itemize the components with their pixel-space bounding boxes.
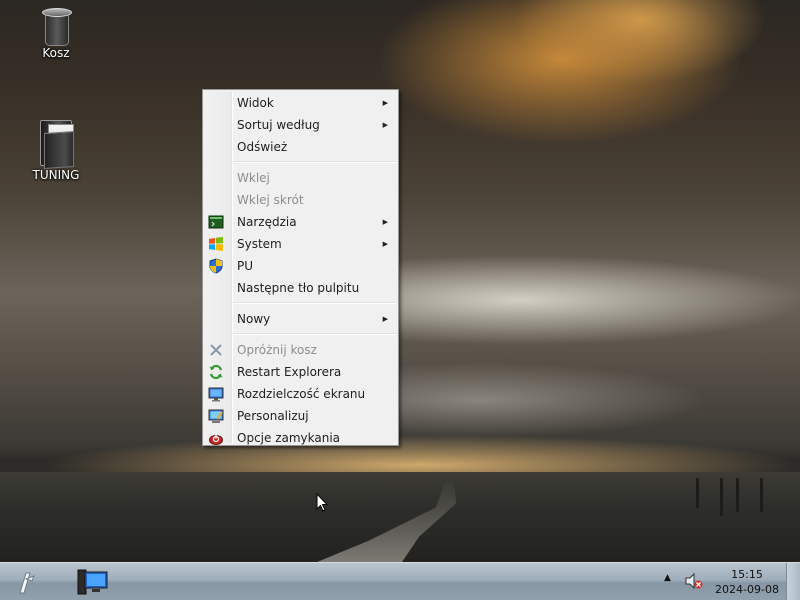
menu-item-label: Rozdzielczość ekranu: [237, 387, 366, 401]
menu-item-label: Narzędzia: [237, 215, 297, 229]
show-hidden-icons-arrow-icon[interactable]: ▲: [664, 573, 671, 583]
menu-item-label: Odśwież: [237, 140, 288, 154]
menu-item-label: PU: [237, 259, 254, 273]
console-icon: [208, 215, 224, 229]
desktop-icon-label: Kosz: [42, 46, 70, 60]
wallpaper-fence-post: [720, 478, 723, 516]
clock-date: 2024-09-08: [715, 583, 779, 596]
menu-item-label: Wklej skrót: [237, 193, 304, 207]
desktop-icon-tuning-folder[interactable]: TUNING: [24, 120, 88, 182]
menu-item-restart-explorer[interactable]: Restart Explorera: [203, 361, 398, 383]
submenu-arrow-icon: ▶: [382, 218, 388, 226]
menu-item-view[interactable]: Widok ▶: [203, 92, 398, 114]
windows-logo-icon: [209, 237, 223, 251]
empty-bin-icon: [210, 344, 222, 356]
menu-item-label: Następne tło pulpitu: [237, 281, 360, 295]
clock-time: 15:15: [731, 568, 763, 581]
menu-item-empty-recycle-bin: Opróżnij kosz: [203, 339, 398, 361]
menu-item-screen-resolution[interactable]: Rozdzielczość ekranu: [203, 383, 398, 405]
volume-muted-icon[interactable]: [684, 572, 704, 590]
menu-item-label: Sortuj według: [237, 118, 320, 132]
menu-item-paste-shortcut: Wklej skrót: [203, 189, 398, 211]
wallpaper-fence-post: [696, 478, 699, 508]
submenu-arrow-icon: ▶: [382, 99, 388, 107]
submenu-arrow-icon: ▶: [382, 121, 388, 129]
desktop-icon-recycle-bin[interactable]: Kosz: [24, 8, 88, 60]
menu-item-paste: Wklej: [203, 167, 398, 189]
menu-item-label: Nowy: [237, 312, 271, 326]
monitor-icon: [208, 387, 224, 402]
submenu-arrow-icon: ▶: [382, 315, 388, 323]
menu-separator: [233, 333, 396, 335]
folder-icon: [38, 120, 74, 170]
restart-arrows-icon: [209, 364, 223, 380]
menu-item-label: Opróżnij kosz: [237, 343, 317, 357]
menu-item-label: Restart Explorera: [237, 365, 342, 379]
menu-item-next-background[interactable]: Następne tło pulpitu: [203, 277, 398, 299]
menu-item-tools[interactable]: Narzędzia ▶: [203, 211, 398, 233]
wallpaper-fence-post: [736, 478, 739, 512]
personalize-monitor-icon: [208, 409, 224, 423]
menu-item-personalize[interactable]: Personalizuj: [203, 405, 398, 427]
power-options-icon: [209, 435, 223, 445]
submenu-arrow-icon: ▶: [382, 240, 388, 248]
menu-item-shutdown-options[interactable]: Opcje zamykania: [203, 427, 398, 449]
menu-item-new[interactable]: Nowy ▶: [203, 308, 398, 330]
start-button[interactable]: [12, 567, 42, 597]
wallpaper-fence-post: [760, 478, 763, 512]
taskbar: ▲ 15:15 2024-09-08: [0, 562, 800, 600]
recycle-bin-icon: [42, 8, 72, 46]
menu-item-pu[interactable]: PU: [203, 255, 398, 277]
menu-item-label: Widok: [237, 96, 274, 110]
taskbar-computer-icon[interactable]: [72, 566, 112, 598]
menu-item-system[interactable]: System ▶: [203, 233, 398, 255]
mouse-cursor-icon: [316, 493, 328, 512]
uac-shield-icon: [209, 258, 223, 274]
menu-item-label: Personalizuj: [237, 409, 309, 423]
menu-separator: [233, 302, 396, 304]
show-desktop-button[interactable]: [786, 563, 800, 600]
menu-separator: [233, 161, 396, 163]
desktop-icon-label: TUNING: [32, 168, 80, 182]
menu-item-label: Opcje zamykania: [237, 431, 341, 445]
menu-item-refresh[interactable]: Odśwież: [203, 136, 398, 158]
taskbar-clock[interactable]: 15:15 2024-09-08: [712, 567, 782, 597]
menu-item-label: Wklej: [237, 171, 270, 185]
desktop-context-menu: Widok ▶ Sortuj według ▶ Odśwież Wklej Wk…: [202, 89, 399, 446]
menu-item-sort-by[interactable]: Sortuj według ▶: [203, 114, 398, 136]
menu-item-label: System: [237, 237, 282, 251]
